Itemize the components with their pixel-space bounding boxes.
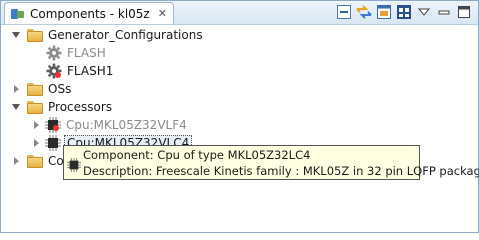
tree-node-label: Co bbox=[48, 154, 64, 168]
folder-icon bbox=[27, 82, 43, 96]
cpu-chip-icon bbox=[45, 117, 61, 133]
close-icon[interactable]: ✕ bbox=[158, 8, 167, 19]
tree-node-oss[interactable]: OSs bbox=[11, 80, 71, 98]
tree-node-flash1[interactable]: FLASH1 bbox=[46, 62, 113, 80]
tree-node-label: Cpu:MKL05Z32VLF4 bbox=[66, 118, 187, 132]
tree-node-cpu-vlf4[interactable]: Cpu:MKL05Z32VLF4 bbox=[31, 116, 187, 134]
tree-node-label: FLASH bbox=[67, 46, 106, 60]
folder-open-icon bbox=[27, 28, 43, 42]
folder-icon bbox=[27, 154, 43, 168]
expand-arrow-icon[interactable] bbox=[11, 102, 21, 112]
tooltip-description-line: Description: Freescale Kinetis family : … bbox=[83, 164, 479, 178]
maximize-icon[interactable] bbox=[456, 4, 472, 20]
tree-node-label: Processors bbox=[48, 100, 113, 114]
tooltip-component-line: Component: Cpu of type MKL05Z32LC4 bbox=[83, 148, 311, 162]
cpu-chip-icon bbox=[45, 135, 61, 151]
gear-icon bbox=[46, 45, 62, 61]
tree-node-processors[interactable]: Processors bbox=[11, 98, 112, 116]
expand-arrow-icon[interactable] bbox=[31, 138, 41, 148]
view-tab-title: Components - kl05z bbox=[30, 6, 150, 21]
view-tab[interactable]: Components - kl05z ✕ bbox=[4, 2, 174, 24]
tree-node-label: FLASH1 bbox=[67, 64, 114, 78]
view-toolbar bbox=[336, 4, 472, 20]
link-editor-icon[interactable] bbox=[356, 4, 372, 20]
minimize-icon[interactable] bbox=[436, 4, 452, 20]
tree-node-components[interactable]: Co bbox=[11, 152, 64, 170]
gear-icon bbox=[46, 63, 62, 79]
folder-open-icon bbox=[27, 100, 43, 114]
tree-node-generator-configurations[interactable]: Generator_Configurations bbox=[11, 26, 203, 44]
expand-arrow-icon[interactable] bbox=[11, 84, 21, 94]
tree-node-flash[interactable]: FLASH bbox=[46, 44, 106, 62]
view-menu-icon[interactable] bbox=[416, 4, 432, 20]
expand-arrow-icon[interactable] bbox=[11, 156, 21, 166]
filter-icon[interactable] bbox=[396, 4, 412, 20]
components-view-icon bbox=[11, 8, 25, 20]
show-view-icon[interactable] bbox=[376, 4, 392, 20]
cpu-chip-icon bbox=[67, 158, 81, 172]
collapse-all-icon[interactable] bbox=[336, 4, 352, 20]
expand-arrow-icon[interactable] bbox=[11, 30, 21, 40]
components-view: Components - kl05z ✕ Generator_Configura… bbox=[0, 0, 479, 233]
tree-node-label: Generator_Configurations bbox=[48, 28, 203, 42]
expand-arrow-icon[interactable] bbox=[31, 120, 41, 130]
component-tooltip: Component: Cpu of type MKL05Z32LC4 Descr… bbox=[63, 145, 479, 180]
view-title-bar: Components - kl05z ✕ bbox=[1, 1, 478, 25]
tree-node-label: OSs bbox=[48, 82, 72, 96]
